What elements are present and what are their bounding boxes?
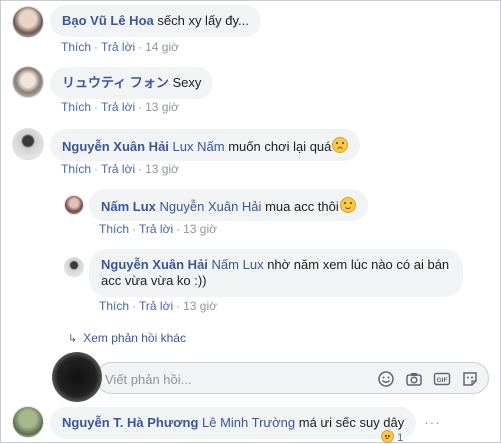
comment-actions: Thích · Trả lời · 14 giờ bbox=[61, 40, 179, 54]
comment-author[interactable]: Nguyễn T. Hà Phương bbox=[62, 415, 198, 430]
like-link[interactable]: Thích bbox=[61, 100, 91, 114]
gif-icon[interactable]: GIF bbox=[433, 370, 451, 388]
comment-actions: Thích · Trả lời · 13 giờ bbox=[99, 299, 217, 313]
comment-text: muốn chơi lại quá bbox=[228, 139, 332, 154]
comment-actions: Thích · Trả lời · 13 giờ bbox=[61, 100, 179, 114]
like-link[interactable]: Thích bbox=[99, 222, 129, 236]
avatar[interactable] bbox=[12, 406, 44, 438]
reaction-count-label: 1 bbox=[397, 432, 404, 444]
like-link[interactable]: Thích bbox=[61, 162, 91, 176]
current-user-avatar bbox=[52, 352, 102, 402]
avatar[interactable] bbox=[64, 195, 84, 215]
comment-actions: Thích · Trả lời · 13 giờ bbox=[99, 222, 217, 236]
comment-text: mua acc thôi bbox=[265, 199, 339, 214]
comment-time[interactable]: 13 giờ bbox=[145, 162, 179, 176]
camera-icon[interactable] bbox=[405, 370, 423, 388]
comment-bubble: Nguyễn T. Hà Phương Lê Minh Trường má ưi… bbox=[50, 407, 417, 439]
comment-author[interactable]: Nấm Lux bbox=[101, 199, 156, 214]
comment-text: sếch xy lấy đy... bbox=[157, 13, 249, 28]
svg-text:GIF: GIF bbox=[437, 377, 448, 384]
reply-link[interactable]: Trả lời bbox=[101, 40, 135, 54]
sticker-icon[interactable] bbox=[461, 370, 479, 388]
comment-tag[interactable]: Lê Minh Trường bbox=[202, 415, 295, 430]
comment-bubble: Nguyễn Xuân Hải Lux Nấm muốn chơi lại qu… bbox=[50, 129, 361, 161]
reply-input[interactable] bbox=[103, 369, 377, 389]
comment-author[interactable]: Nguyễn Xuân Hải bbox=[101, 257, 208, 272]
more-options-icon[interactable]: ··· bbox=[424, 414, 441, 430]
reply-arrow-icon: ↳ bbox=[68, 333, 78, 345]
avatar[interactable] bbox=[12, 66, 44, 98]
reply-bubble: Nấm Lux Nguyễn Xuân Hải mua acc thôi bbox=[89, 189, 368, 221]
comment-tag[interactable]: Lux Nấm bbox=[173, 139, 225, 154]
comment-tag[interactable]: Nấm Lux bbox=[212, 257, 264, 272]
comment-actions: Thích · Trả lời · 13 giờ bbox=[61, 162, 179, 176]
smirk-face-icon bbox=[339, 197, 356, 213]
comment-bubble: Bạo Vũ Lê Hoa sếch xy lấy đy... bbox=[50, 5, 261, 37]
reply-link[interactable]: Trả lời bbox=[101, 100, 135, 114]
reply-box: GIF bbox=[96, 362, 489, 394]
comment-tag[interactable]: Nguyễn Xuân Hải bbox=[160, 199, 262, 214]
like-link[interactable]: Thích bbox=[61, 40, 91, 54]
reply-link[interactable]: Trả lời bbox=[139, 299, 173, 313]
comment-time[interactable]: 13 giờ bbox=[183, 299, 217, 313]
comment-time[interactable]: 13 giờ bbox=[183, 222, 217, 236]
comment-text: Sexy bbox=[172, 75, 202, 90]
emoji-icon[interactable] bbox=[377, 370, 395, 388]
reply-link[interactable]: Trả lời bbox=[101, 162, 135, 176]
reaction-count[interactable]: 1 bbox=[380, 430, 403, 444]
comment-author[interactable]: Nguyễn Xuân Hải bbox=[62, 139, 169, 154]
comment-time[interactable]: 13 giờ bbox=[145, 100, 179, 114]
sad-face-icon bbox=[332, 137, 349, 153]
like-link[interactable]: Thích bbox=[99, 299, 129, 313]
comment-time[interactable]: 14 giờ bbox=[145, 40, 179, 54]
view-more-replies-link[interactable]: ↳ Xem phản hồi khác bbox=[68, 331, 186, 345]
avatar[interactable] bbox=[64, 257, 84, 277]
more-replies-label: Xem phản hồi khác bbox=[83, 331, 186, 345]
reply-bubble: Nguyễn Xuân Hải Nấm Lux nhờ năm xem lúc … bbox=[89, 249, 463, 297]
avatar[interactable] bbox=[12, 128, 44, 160]
comment-author[interactable]: リュウティ フォン bbox=[62, 75, 169, 90]
haha-reaction-icon bbox=[381, 430, 394, 443]
comment-author[interactable]: Bạo Vũ Lê Hoa bbox=[62, 13, 154, 28]
avatar[interactable] bbox=[12, 6, 44, 38]
reply-link[interactable]: Trả lời bbox=[139, 222, 173, 236]
comment-text: má ưi sếc suy dây bbox=[298, 415, 405, 430]
comment-bubble: リュウティ フォン Sexy bbox=[50, 67, 214, 99]
